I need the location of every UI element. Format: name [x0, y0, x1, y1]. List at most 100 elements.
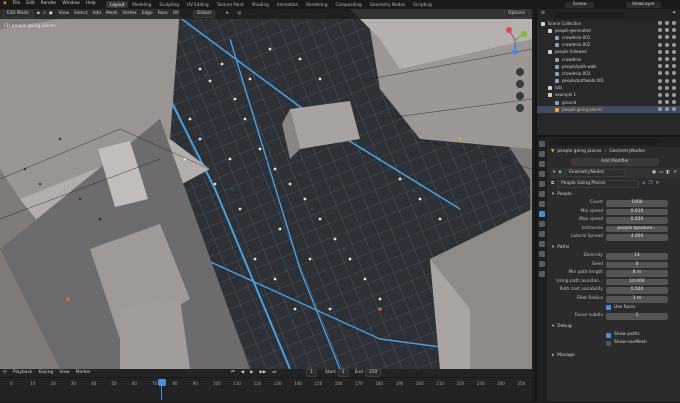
tab-uv-editing[interactable]: UV Editing — [183, 1, 213, 8]
eye-icon[interactable] — [665, 100, 669, 105]
property-field[interactable]: 0.010 — [606, 208, 668, 216]
checkbox-icon[interactable] — [658, 21, 662, 25]
camera-icon[interactable] — [672, 56, 676, 61]
object-tab-icon[interactable] — [539, 201, 545, 207]
property-field[interactable]: 1000 — [606, 200, 668, 207]
menu-face[interactable]: Face — [158, 11, 168, 16]
tab-animation[interactable]: Animation — [273, 1, 302, 8]
jump-start-icon[interactable]: ⏮ — [231, 370, 235, 375]
camera-icon[interactable] — [672, 85, 676, 90]
outliner-row[interactable]: people followed — [537, 49, 680, 56]
proportional-edit-icon[interactable]: ◎ — [237, 11, 241, 16]
node-group-selector[interactable]: People Going Places — [557, 179, 640, 189]
checkbox-icon[interactable] — [658, 28, 662, 33]
camera-icon[interactable] — [672, 92, 676, 97]
current-frame-field[interactable]: 1 — [306, 368, 318, 378]
outliner-row[interactable]: people-generated — [537, 27, 680, 34]
property-field[interactable]: 4.000 — [606, 234, 668, 241]
manage-panel-header[interactable]: ▸ Manage — [548, 352, 680, 360]
property-field[interactable]: 1 m — [606, 295, 668, 303]
menu-playback[interactable]: Playback — [13, 370, 33, 375]
property-field[interactable]: 14 — [606, 252, 668, 260]
outliner-search-input[interactable] — [554, 11, 625, 18]
checkbox-icon[interactable] — [658, 64, 662, 69]
outliner-row[interactable]: example 1 — [537, 92, 680, 99]
timeline-editor-icon[interactable]: ◷ — [3, 370, 7, 375]
checkbox-icon[interactable] — [658, 100, 662, 105]
checkbox-icon[interactable] — [658, 49, 662, 54]
outliner-editor-icon[interactable]: ☰ — [541, 11, 545, 16]
tab-texture-paint[interactable]: Texture Paint — [213, 1, 248, 8]
debug-panel-header[interactable]: ▾ Debug — [548, 323, 680, 331]
property-field[interactable]: 8 m — [606, 270, 668, 277]
end-frame-field[interactable]: 250 — [364, 368, 382, 378]
eye-icon[interactable] — [665, 49, 669, 54]
camera-icon[interactable] — [672, 21, 676, 25]
modifier-name-field[interactable]: GeometryNodes — [564, 168, 625, 178]
camera-icon[interactable] — [672, 64, 676, 69]
scene-selector[interactable]: Scene — [565, 2, 595, 9]
camera-icon[interactable] — [672, 42, 676, 47]
collapse-chevron-icon[interactable]: ▾ — [553, 170, 555, 175]
tab-rendering[interactable]: Rendering — [302, 1, 331, 8]
people-panel-header[interactable]: ▾ People — [548, 191, 680, 199]
x-axis-icon[interactable] — [506, 27, 512, 33]
view-layer-selector[interactable]: ViewLayer — [626, 2, 661, 9]
use-faces-checkbox[interactable] — [606, 305, 611, 311]
mode-selector[interactable]: Edit Mode — [3, 9, 33, 19]
menu-edge[interactable]: Edge — [142, 11, 153, 16]
material-tab-icon[interactable] — [539, 261, 545, 267]
filter-icon[interactable]: ⏷ — [672, 11, 676, 16]
menu-select[interactable]: Select — [74, 11, 88, 16]
tab-scripting[interactable]: Scripting — [409, 1, 436, 8]
property-field[interactable]: people.tpeoture... — [606, 225, 668, 233]
property-field[interactable]: 0.500 — [606, 287, 668, 294]
outliner-row[interactable]: crowdmix — [537, 56, 680, 63]
options-dropdown[interactable]: Options — [504, 9, 529, 19]
eye-icon[interactable] — [665, 64, 669, 69]
paths-panel-header[interactable]: ▾ Paths — [548, 244, 680, 252]
transform-orientation-dropdown[interactable]: Global — [192, 9, 215, 19]
jump-end-icon[interactable]: ⏭ — [272, 370, 276, 375]
show-paths-checkbox[interactable] — [606, 332, 611, 338]
3d-viewport[interactable] — [0, 9, 532, 369]
outliner-row[interactable]: people/path-walk — [537, 63, 680, 70]
checkbox-icon[interactable] — [658, 71, 662, 76]
camera-icon[interactable] — [672, 49, 676, 54]
eye-icon[interactable] — [665, 42, 669, 47]
tab-modeling[interactable]: Modeling — [128, 1, 155, 8]
play-icon[interactable]: ▶ — [250, 370, 253, 375]
tab-sculpting[interactable]: Sculpting — [155, 1, 183, 8]
faces-subdiv-field[interactable]: 1 — [606, 313, 668, 320]
outliner-row[interactable]: ground — [537, 99, 680, 106]
menu-render[interactable]: Render — [41, 1, 57, 6]
scene-tab-icon[interactable] — [539, 181, 545, 187]
eye-icon[interactable] — [665, 21, 669, 25]
menu-edit[interactable]: Edit — [26, 1, 35, 6]
menu-mesh[interactable]: Mesh — [106, 11, 118, 16]
checkbox-icon[interactable] — [658, 85, 662, 90]
playhead[interactable] — [158, 379, 166, 386]
menu-file[interactable]: File — [13, 1, 20, 6]
constraints-tab-icon[interactable] — [539, 241, 545, 247]
outliner-row[interactable]: people going places — [537, 106, 680, 114]
menu-keying[interactable]: Keying — [38, 370, 53, 375]
menu-view-timeline[interactable]: View — [59, 370, 69, 375]
property-field[interactable]: 0.050 — [606, 217, 668, 224]
outliner-row[interactable]: crowdmix.003 — [537, 70, 680, 77]
edge-select-icon[interactable]: ▫ — [43, 11, 46, 16]
view-layer-tab-icon[interactable] — [539, 171, 545, 177]
render-tab-icon[interactable] — [539, 151, 545, 157]
eye-icon[interactable] — [665, 92, 669, 97]
eye-icon[interactable] — [665, 28, 669, 33]
frame-ruler[interactable]: 0 10 20 30 40 50 60 70 80 90 100 110 120 130 140 150 160… — [0, 380, 532, 390]
unlink-icon[interactable]: ✕ — [655, 181, 659, 186]
eye-icon[interactable] — [665, 78, 669, 83]
tab-layout[interactable]: Layout — [106, 1, 129, 8]
outliner-row[interactable]: people/pathwalk.001 — [537, 78, 680, 85]
add-modifier-button[interactable]: Add Modifier — [571, 157, 659, 167]
checkbox-icon[interactable] — [658, 35, 662, 40]
outliner-row[interactable]: lots — [537, 85, 680, 92]
checkbox-icon[interactable] — [658, 42, 662, 47]
snap-icon[interactable]: ⌖ — [226, 11, 228, 16]
